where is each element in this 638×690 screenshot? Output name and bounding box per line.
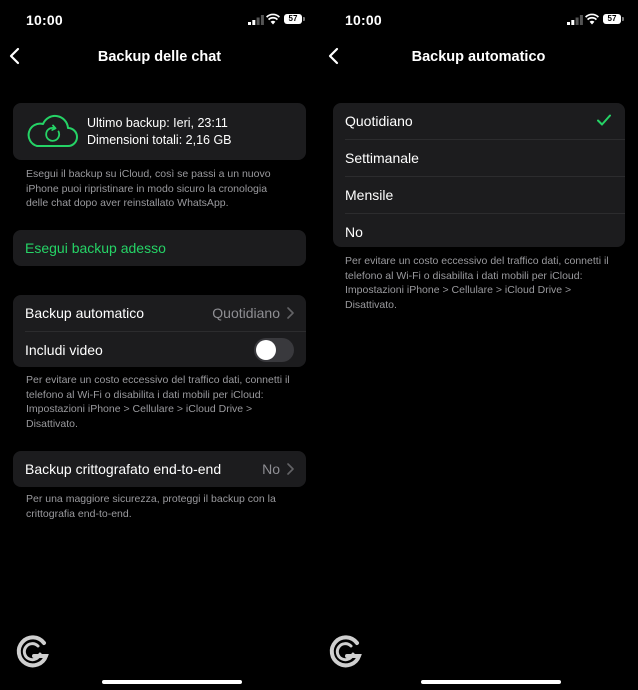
home-indicator [421,680,561,684]
e2e-note: Per una maggiore sicurezza, proteggi il … [26,493,276,520]
traffic-note: Per evitare un costo eccessivo del traff… [26,374,290,430]
last-backup-text: Ultimo backup: Ieri, 23:11 [87,116,228,130]
e2e-backup-row[interactable]: Backup crittografato end-to-end No [13,451,306,487]
watermark-logo-icon [329,635,362,668]
option-label: No [345,224,363,240]
auto-backup-screen: 10:00 57 Backup automatico Quotidiano Se… [319,0,638,690]
option-settimanale[interactable]: Settimanale [345,139,625,176]
e2e-backup-card: Backup crittografato end-to-end No [13,451,306,487]
option-label: Mensile [345,187,394,203]
backup-now-card: Esegui backup adesso [13,230,306,266]
cellular-signal-icon [248,15,264,25]
status-time: 10:00 [345,12,382,28]
battery-icon: 57 [284,14,305,24]
wifi-icon [585,13,599,25]
e2e-backup-label: Backup crittografato end-to-end [25,461,222,477]
option-label: Quotidiano [345,113,413,129]
page-title: Backup automatico [411,49,546,65]
status-bar: 10:00 57 [319,0,638,38]
chevron-right-icon [287,463,294,475]
backup-note: Esegui il backup su iCloud, così se pass… [26,168,271,209]
include-video-label: Includi video [25,342,103,358]
option-no[interactable]: No [345,213,625,247]
auto-backup-value: Quotidiano [212,305,280,321]
option-quotidiano[interactable]: Quotidiano [333,103,625,139]
watermark-logo-icon [16,635,49,668]
home-indicator [102,680,242,684]
traffic-note: Per evitare un costo eccessivo del traff… [345,255,609,311]
page-title: Backup delle chat [97,49,222,65]
backup-info-card: Ultimo backup: Ieri, 23:11 Dimensioni to… [13,103,306,160]
auto-backup-label: Backup automatico [25,305,145,321]
option-mensile[interactable]: Mensile [345,176,625,213]
cloud-sync-icon [27,114,78,147]
nav-bar: Backup delle chat [0,38,319,76]
checkmark-icon [597,114,611,126]
status-bar: 10:00 57 [0,0,319,38]
auto-backup-row[interactable]: Backup automatico Quotidiano [13,295,306,331]
frequency-options-card: Quotidiano Settimanale Mensile No [333,103,625,247]
auto-backup-settings-card: Backup automatico Quotidiano Includi vid… [13,295,306,367]
backup-now-label: Esegui backup adesso [25,240,166,256]
cellular-signal-icon [567,15,583,25]
chevron-right-icon [287,307,294,319]
status-time: 10:00 [26,12,63,28]
backup-now-button[interactable]: Esegui backup adesso [13,230,306,266]
e2e-backup-value: No [262,461,280,477]
battery-icon: 57 [603,14,624,24]
option-label: Settimanale [345,150,419,166]
toggle-knob [256,340,276,360]
include-video-toggle[interactable] [254,338,294,362]
total-size-text: Dimensioni totali: 2,16 GB [87,133,232,147]
backup-chat-screen: 10:00 57 Backup delle chat Ultimo backup… [0,0,319,690]
include-video-row: Includi video [25,331,306,367]
nav-bar: Backup automatico [319,38,638,76]
wifi-icon [266,13,280,25]
